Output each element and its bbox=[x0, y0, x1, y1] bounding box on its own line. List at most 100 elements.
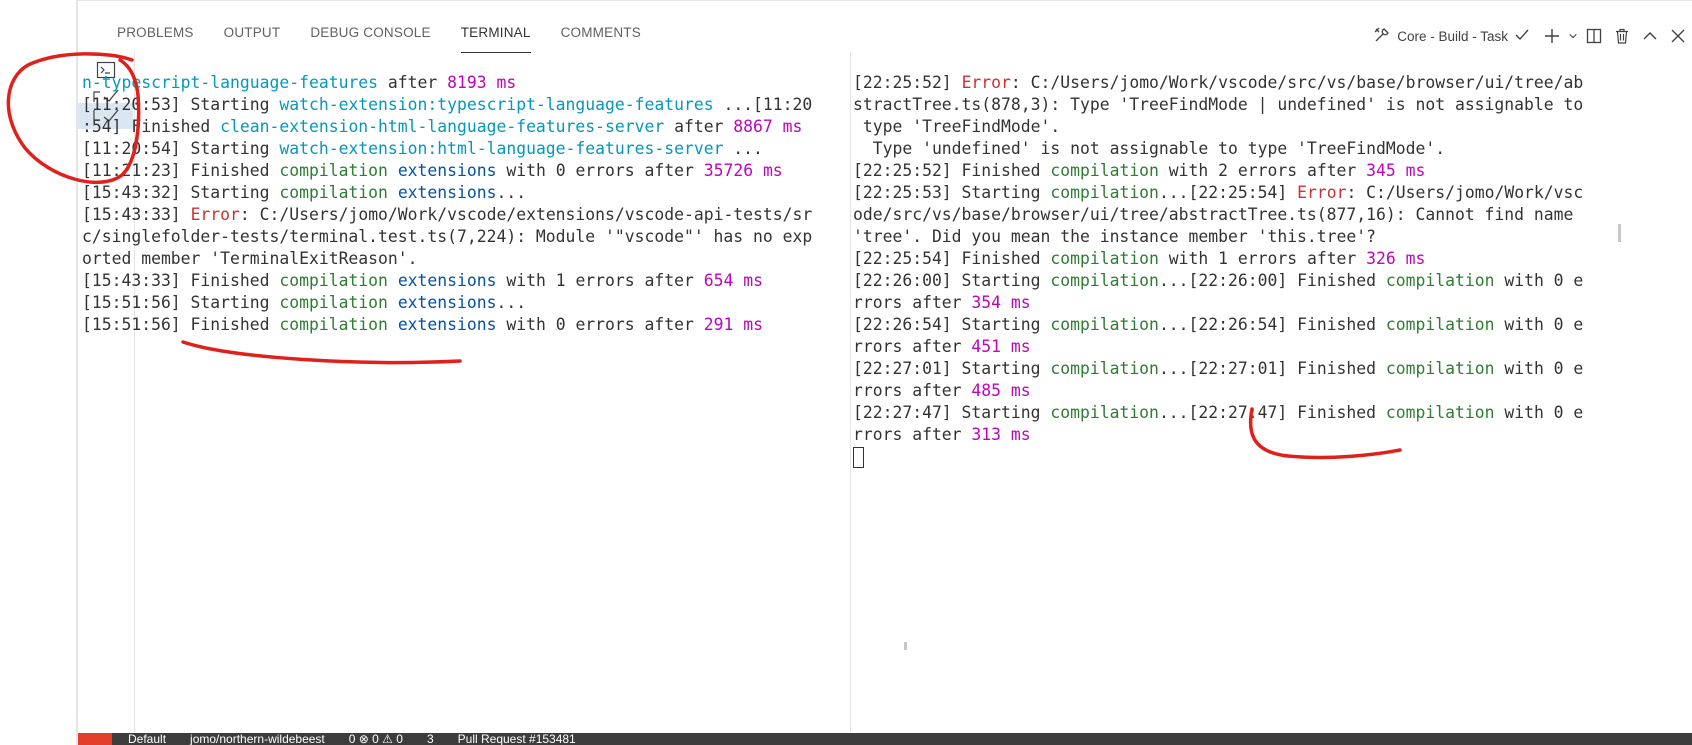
tab-terminal[interactable]: TERMINAL bbox=[446, 19, 546, 53]
terminal-text: watch-extension:typescript-language-feat… bbox=[279, 95, 714, 114]
close-icon bbox=[1671, 29, 1685, 43]
terminal-line: ode/src/vs/base/browser/ui/tree/abstract… bbox=[853, 204, 1621, 226]
terminal-text: ...[22:26:00] Finished bbox=[1158, 271, 1386, 290]
terminal-text: [22:25:52] bbox=[853, 73, 962, 92]
terminal-text: rrors after bbox=[853, 425, 972, 444]
terminal-text: ...[22:26:54] Finished bbox=[1158, 315, 1386, 334]
terminal-text: extensions bbox=[397, 293, 497, 312]
terminal-text: compilation bbox=[1385, 359, 1495, 378]
terminal-text: with 1 errors after bbox=[1158, 249, 1367, 268]
status-problems[interactable]: 0 ⊗ 0 ⚠ 0 bbox=[349, 733, 403, 745]
terminal-text: 345 ms bbox=[1366, 161, 1426, 180]
terminal-line: [11:20:53] Starting watch-extension:type… bbox=[82, 94, 917, 116]
terminal-text: compilation bbox=[279, 161, 388, 180]
terminal-text: [15:43:32] Starting bbox=[82, 183, 280, 202]
terminal-text: [22:27:01] Starting bbox=[853, 359, 1051, 378]
terminal-line: 'tree'. Did you mean the instance member… bbox=[853, 226, 1621, 248]
terminal-text: with 0 e bbox=[1494, 403, 1584, 422]
terminal-text: compilation bbox=[279, 271, 388, 290]
terminal-text: ... bbox=[496, 293, 527, 312]
terminal-text: [15:43:33] bbox=[82, 205, 191, 224]
terminal-text: rrors after bbox=[853, 293, 972, 312]
terminal-line: [15:43:33] Finished compilation extensio… bbox=[82, 270, 917, 292]
terminal-text: [11:21:23] Finished bbox=[82, 161, 280, 180]
terminal-line: [15:51:56] Starting compilation extensio… bbox=[82, 292, 917, 314]
kill-terminal-button[interactable] bbox=[1608, 22, 1636, 50]
terminal-line: n-typescript-language-features after 819… bbox=[82, 72, 917, 94]
maximize-panel-button[interactable] bbox=[1636, 22, 1664, 50]
terminal-text: 8867 ms bbox=[733, 117, 803, 136]
terminal-text: watch-extension:html-language-features-s… bbox=[279, 139, 724, 158]
tab-output[interactable]: OUTPUT bbox=[209, 19, 296, 53]
trash-icon bbox=[1616, 28, 1628, 44]
terminal-line: [15:43:33] Error: C:/Users/jomo/Work/vsc… bbox=[82, 204, 917, 226]
terminal-text: 326 ms bbox=[1366, 249, 1426, 268]
terminal-text: ...[22:27:47] Finished bbox=[1158, 403, 1386, 422]
terminal-text: extensions bbox=[397, 161, 497, 180]
status-ports[interactable]: 3 bbox=[427, 733, 434, 745]
launch-profile-button[interactable] bbox=[1566, 22, 1580, 50]
terminal-text: ...[22:25:54] bbox=[1158, 183, 1298, 202]
terminal-text: extensions bbox=[397, 183, 497, 202]
new-terminal-button[interactable] bbox=[1538, 22, 1566, 50]
terminal-text: 485 ms bbox=[971, 381, 1031, 400]
terminal-text: [22:25:52] Finished bbox=[853, 161, 1051, 180]
terminal-text: compilation bbox=[279, 315, 388, 334]
terminal-text: compilation bbox=[279, 293, 388, 312]
terminal-line: [22:27:47] Starting compilation...[22:27… bbox=[853, 402, 1621, 424]
terminal-text: : C:/Users/jomo/Work/vsc bbox=[1346, 183, 1584, 202]
terminal-text: ... bbox=[496, 183, 527, 202]
terminal-text: with 1 errors after bbox=[496, 271, 704, 290]
task-label: Core - Build - Task bbox=[1397, 28, 1508, 44]
terminal-text: compilation bbox=[1050, 271, 1159, 290]
split-terminal-button[interactable] bbox=[1580, 22, 1608, 50]
terminal-left-pane[interactable]: n-typescript-language-features after 819… bbox=[82, 52, 917, 732]
terminal-text: c/singlefolder-tests/terminal.test.ts(7,… bbox=[82, 227, 813, 246]
terminal-line: [22:27:01] Starting compilation...[22:27… bbox=[853, 358, 1621, 380]
status-pull-request[interactable]: Pull Request #153481 bbox=[458, 733, 576, 745]
terminal-text: orted member 'TerminalExitReason'. bbox=[82, 249, 418, 268]
terminal-text: rrors after bbox=[853, 337, 972, 356]
terminal-text: [22:26:54] Starting bbox=[853, 315, 1051, 334]
scrollbar-thumb[interactable] bbox=[1618, 224, 1621, 242]
terminal-text: with 0 e bbox=[1494, 315, 1584, 334]
status-branch[interactable]: jomo/northern-wildebeest bbox=[190, 733, 325, 745]
terminal-line: type 'TreeFindMode'. bbox=[853, 116, 1621, 138]
terminal-line: [15:51:56] Finished compilation extensio… bbox=[82, 314, 917, 336]
terminal-text: 291 ms bbox=[703, 315, 763, 334]
split-icon bbox=[1586, 28, 1602, 44]
terminal-line: rrors after 451 ms bbox=[853, 336, 1621, 358]
terminal-text: extensions bbox=[397, 271, 497, 290]
terminal-text: compilation bbox=[1050, 403, 1159, 422]
terminal-text: [15:51:56] Starting bbox=[82, 293, 280, 312]
remote-indicator[interactable] bbox=[78, 733, 112, 745]
terminal-line: rrors after 354 ms bbox=[853, 292, 1621, 314]
terminal-text: ode/src/vs/base/browser/ui/tree/abstract… bbox=[853, 205, 1574, 224]
terminal-text: compilation bbox=[1050, 161, 1159, 180]
terminal-text: after bbox=[664, 117, 734, 136]
active-terminal-task[interactable]: Core - Build - Task bbox=[1365, 26, 1538, 47]
terminal-text: with 0 e bbox=[1494, 271, 1584, 290]
tab-comments[interactable]: COMMENTS bbox=[546, 19, 656, 53]
terminal-text: [15:43:33] Finished bbox=[82, 271, 280, 290]
terminal-text: compilation bbox=[1385, 315, 1495, 334]
tab-problems[interactable]: PROBLEMS bbox=[102, 19, 209, 53]
terminal-text: 654 ms bbox=[703, 271, 763, 290]
terminal-text: Error bbox=[190, 205, 240, 224]
terminal-line: [15:43:32] Starting compilation extensio… bbox=[82, 182, 917, 204]
terminal-right-pane[interactable]: [22:25:52] Error: C:/Users/jomo/Work/vsc… bbox=[850, 52, 1621, 732]
status-terminal-profile[interactable]: Default bbox=[128, 733, 166, 745]
terminal-text: ... bbox=[723, 139, 763, 158]
terminal-text: 354 ms bbox=[971, 293, 1031, 312]
tools-icon bbox=[1373, 26, 1391, 47]
close-panel-button[interactable] bbox=[1664, 22, 1692, 50]
terminal-text: : C:/Users/jomo/Work/vscode/src/vs/base/… bbox=[1010, 73, 1584, 92]
terminal-text: ...[22:27:01] Finished bbox=[1158, 359, 1386, 378]
terminal-text: 'tree'. Did you mean the instance member… bbox=[853, 227, 1377, 246]
tab-debug-console[interactable]: DEBUG CONSOLE bbox=[295, 19, 445, 53]
terminal-text: [15:51:56] Finished bbox=[82, 315, 280, 334]
status-bar: Default jomo/northern-wildebeest 0 ⊗ 0 ⚠… bbox=[78, 733, 1692, 745]
panel-toolbar: Core - Build - Task bbox=[1365, 19, 1692, 53]
terminal-text: compilation bbox=[1385, 403, 1495, 422]
